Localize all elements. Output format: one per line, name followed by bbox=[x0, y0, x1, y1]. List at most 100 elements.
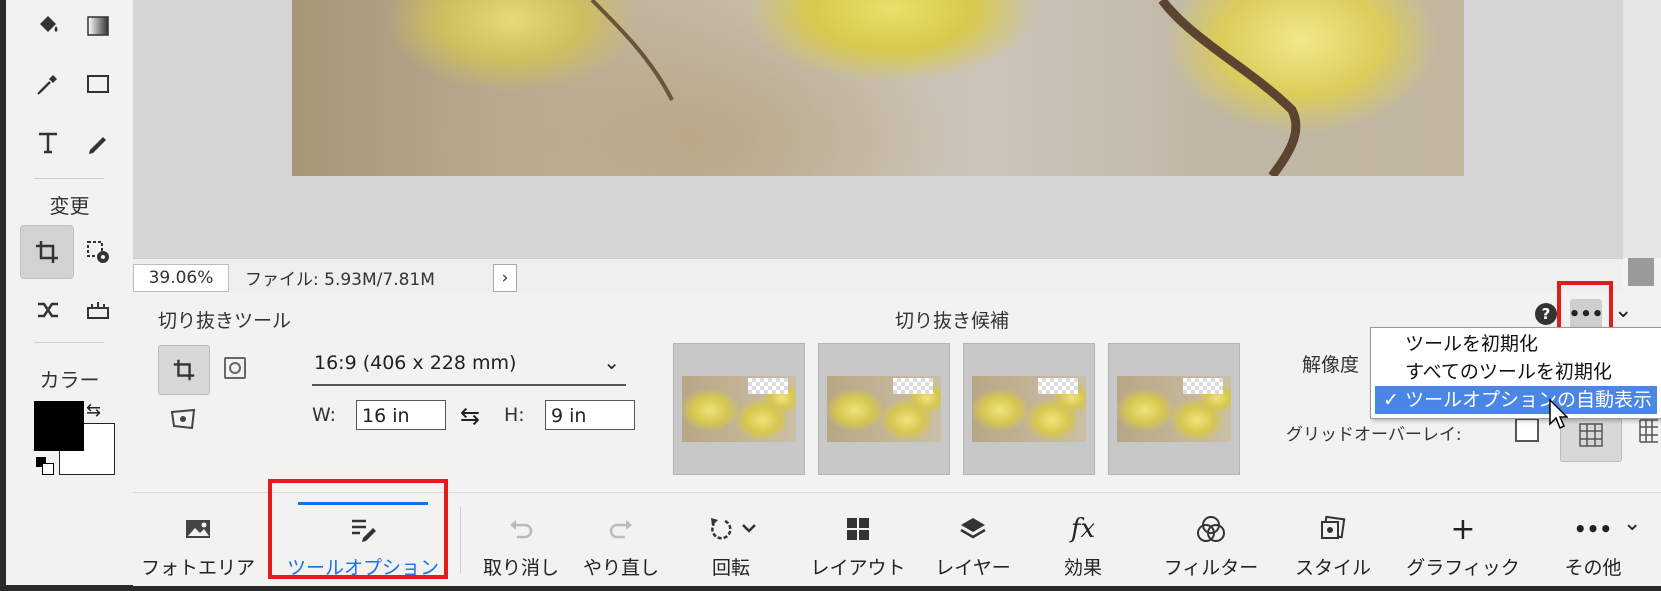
status-bar: 39.06% ファイル: 5.93M/7.81M › bbox=[133, 258, 1623, 293]
crop-icon bbox=[173, 359, 195, 381]
layers-button[interactable]: レイヤー bbox=[923, 493, 1023, 586]
photo-bin-label: フォトエリア bbox=[141, 557, 256, 579]
scrollbar-thumb[interactable] bbox=[1628, 258, 1654, 286]
bottom-taskbar: フォトエリア ツールオプション 取り消し やり直し 回転 レイアウト レイヤー … bbox=[133, 479, 1661, 586]
eyedropper-icon[interactable] bbox=[26, 62, 70, 106]
resolution-label: 解像度 bbox=[1302, 354, 1360, 376]
pencil-icon[interactable] bbox=[76, 120, 120, 164]
crop-suggestion-thumbnail[interactable] bbox=[818, 343, 950, 475]
grid-overlay-label: グリッドオーバーレイ: bbox=[1286, 425, 1462, 445]
effects-button[interactable]: fx 効果 bbox=[1033, 493, 1133, 586]
rotate-label: 回転 bbox=[711, 557, 750, 579]
toolbar-divider bbox=[460, 507, 461, 573]
help-icon[interactable]: ? bbox=[1535, 303, 1557, 325]
undo-icon bbox=[507, 509, 535, 549]
transform-section-label: 変更 bbox=[49, 194, 90, 218]
tool-options-title: 切り抜きツール bbox=[158, 310, 292, 332]
graphics-label: グラフィック bbox=[1406, 557, 1520, 579]
graphics-icon: + bbox=[1450, 511, 1476, 547]
toolbar-divider bbox=[34, 342, 104, 343]
aspect-ratio-value: 16:9 (406 x 228 mm) bbox=[314, 352, 517, 374]
layers-icon bbox=[959, 509, 987, 549]
vertical-scrollbar[interactable] bbox=[1623, 0, 1661, 258]
color-section-label: カラー bbox=[39, 368, 100, 392]
thumbnail-image bbox=[972, 376, 1086, 442]
checkmark-icon: ✓ bbox=[1383, 389, 1399, 411]
paint-bucket-icon[interactable] bbox=[26, 4, 70, 48]
layout-icon bbox=[845, 509, 871, 549]
redo-icon bbox=[607, 509, 635, 549]
crop-suggestion-thumbnail[interactable] bbox=[1108, 343, 1240, 475]
filter-icon bbox=[1196, 509, 1226, 549]
status-expand-button[interactable]: › bbox=[493, 264, 517, 292]
height-label: H: bbox=[504, 404, 525, 426]
crop-suggestion-thumbnail[interactable] bbox=[673, 343, 805, 475]
rotate-button[interactable]: 回転 bbox=[681, 493, 781, 586]
content-aware-move-icon[interactable] bbox=[26, 288, 70, 332]
width-field[interactable]: 16 in bbox=[356, 400, 446, 430]
grid-icon[interactable] bbox=[1638, 418, 1658, 444]
photo-bin-icon bbox=[184, 509, 212, 549]
swap-dimensions-icon[interactable]: ⇆ bbox=[460, 402, 480, 430]
fx-icon: fx bbox=[1070, 514, 1096, 544]
thumbnail-image bbox=[682, 376, 796, 442]
mouse-cursor-icon bbox=[1548, 398, 1569, 432]
chevron-down-icon: ⌄ bbox=[603, 350, 620, 374]
highlight-box bbox=[268, 479, 448, 579]
default-colors-icon bbox=[42, 463, 54, 475]
crop-suggestions-title: 切り抜き候補 bbox=[895, 310, 1010, 332]
chevron-down-icon[interactable]: ⌄ bbox=[1614, 298, 1632, 323]
chevron-down-icon[interactable]: ⌄ bbox=[1623, 511, 1641, 536]
styles-icon bbox=[1319, 509, 1347, 549]
height-field[interactable]: 9 in bbox=[545, 400, 635, 430]
filters-button[interactable]: フィルター bbox=[1151, 493, 1271, 586]
straighten-icon[interactable] bbox=[76, 288, 120, 332]
thumbnail-image bbox=[827, 376, 941, 442]
undo-label: 取り消し bbox=[482, 557, 559, 579]
styles-label: スタイル bbox=[1294, 557, 1371, 579]
tools-panel: 変更 カラー ⇆ bbox=[6, 0, 134, 585]
redo-button[interactable]: やり直し bbox=[576, 493, 666, 586]
aspect-ratio-dropdown[interactable]: 16:9 (406 x 228 mm) ⌄ bbox=[312, 348, 626, 386]
menu-item-label: ツールオプションの自動表示 bbox=[1405, 389, 1653, 411]
thumbnail-image bbox=[1117, 376, 1231, 442]
foreground-color-swatch[interactable] bbox=[34, 401, 84, 451]
layers-label: レイヤー bbox=[935, 557, 1011, 579]
filters-label: フィルター bbox=[1163, 557, 1259, 579]
perspective-crop-icon[interactable] bbox=[224, 357, 246, 379]
toolbar-divider bbox=[34, 178, 104, 179]
more-button[interactable]: ••• その他 bbox=[1543, 493, 1643, 586]
gradient-icon[interactable] bbox=[76, 4, 120, 48]
photo-canvas[interactable] bbox=[292, 0, 1464, 176]
photo-bin-button[interactable]: フォトエリア bbox=[141, 493, 256, 586]
more-icon: ••• bbox=[1573, 517, 1613, 541]
file-size-info: ファイル: 5.93M/7.81M bbox=[245, 269, 435, 290]
undo-button[interactable]: 取り消し bbox=[476, 493, 566, 586]
menu-item-reset-all-tools[interactable]: すべてのツールを初期化 bbox=[1371, 358, 1661, 386]
styles-button[interactable]: スタイル bbox=[1283, 493, 1383, 586]
menu-item-reset-tool[interactable]: ツールを初期化 bbox=[1371, 330, 1661, 358]
menu-item-auto-show-tool-options[interactable]: ✓ ツールオプションの自動表示 bbox=[1375, 386, 1657, 414]
rotate-icon bbox=[705, 509, 757, 549]
recompose-icon[interactable] bbox=[76, 230, 120, 274]
graphics-button[interactable]: + グラフィック bbox=[1398, 493, 1528, 586]
text-icon[interactable] bbox=[26, 120, 70, 164]
rectangle-icon[interactable] bbox=[76, 62, 120, 106]
crop-suggestion-thumbnail[interactable] bbox=[963, 343, 1095, 475]
crop-shape-icon[interactable] bbox=[170, 408, 196, 430]
layout-button[interactable]: レイアウト bbox=[803, 493, 913, 586]
crop-tool-button[interactable] bbox=[20, 225, 74, 279]
crop-mode-button[interactable] bbox=[158, 345, 210, 395]
options-menu: ツールを初期化 すべてのツールを初期化 ✓ ツールオプションの自動表示 bbox=[1370, 327, 1661, 419]
redo-label: やり直し bbox=[582, 557, 659, 579]
width-label: W: bbox=[312, 404, 337, 426]
effects-label: 効果 bbox=[1063, 557, 1102, 579]
grid-icon bbox=[1579, 423, 1603, 447]
grid-none-option[interactable] bbox=[1515, 418, 1539, 442]
layout-label: レイアウト bbox=[810, 557, 906, 579]
branch-graphic bbox=[590, 0, 1301, 176]
more-label: その他 bbox=[1564, 557, 1622, 579]
zoom-level[interactable]: 39.06% bbox=[133, 264, 229, 292]
crop-icon bbox=[36, 241, 58, 263]
swap-colors-icon[interactable]: ⇆ bbox=[86, 400, 101, 421]
